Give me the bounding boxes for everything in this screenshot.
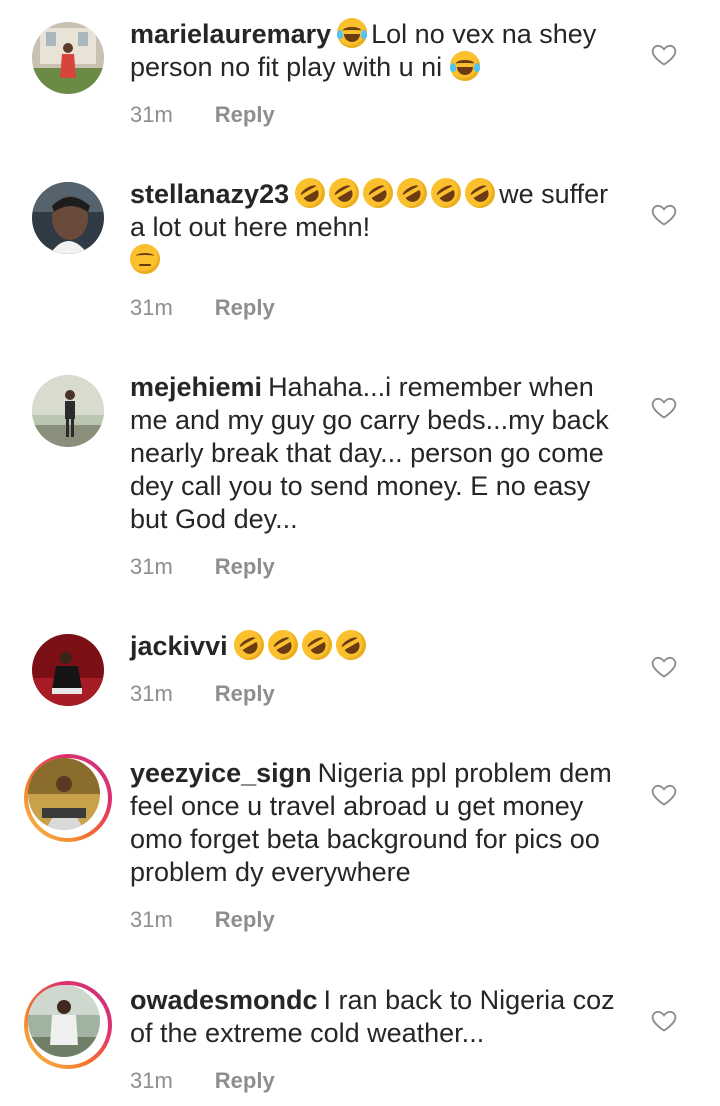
avatar[interactable] [32, 182, 104, 254]
comment-username[interactable]: marielauremary [130, 19, 331, 49]
rolling-on-floor-laughing-icon [330, 624, 372, 666]
comment-text: stellanazy23 we suffer a lot out here meh… [130, 172, 630, 277]
avatar[interactable] [32, 22, 104, 94]
heart-icon[interactable] [650, 393, 678, 421]
comment-meta: 31m Reply [130, 1068, 630, 1094]
comment-meta: 31m Reply [130, 681, 630, 707]
heart-icon[interactable] [650, 200, 678, 228]
pensive-face-icon [130, 244, 160, 274]
avatar[interactable] [32, 375, 104, 447]
reply-button[interactable]: Reply [215, 907, 275, 933]
reply-button[interactable]: Reply [215, 554, 275, 580]
face-with-tears-of-joy-icon [449, 51, 480, 81]
rolling-on-floor-laughing-icon [391, 172, 433, 214]
comment-text: jackivvi [130, 624, 630, 666]
comment-text: mejehiemi Hahaha...i remember when me and… [130, 371, 630, 536]
comment-username[interactable]: mejehiemi [130, 372, 262, 402]
heart-icon[interactable] [650, 40, 678, 68]
rolling-on-floor-laughing-icon [357, 172, 399, 214]
rolling-on-floor-laughing-icon [262, 624, 304, 666]
heart-icon[interactable] [650, 780, 678, 808]
comment-username[interactable]: yeezyice_sign [130, 758, 312, 788]
avatar-with-story-ring[interactable] [24, 754, 112, 842]
reply-button[interactable]: Reply [215, 1068, 275, 1094]
comment-time: 31m [130, 295, 173, 320]
comment-time: 31m [130, 554, 173, 579]
reply-button[interactable]: Reply [215, 102, 275, 128]
comment-time: 31m [130, 907, 173, 932]
rolling-on-floor-laughing-icon [296, 624, 338, 666]
comment-meta: 31m Reply [130, 907, 630, 933]
heart-icon[interactable] [650, 1006, 678, 1034]
rolling-on-floor-laughing-icon [425, 172, 467, 214]
comment-meta: 31m Reply [130, 102, 630, 128]
comment-text: owadesmondc I ran back to Nigeria coz of … [130, 984, 630, 1050]
comment-username[interactable]: stellanazy23 [130, 179, 289, 209]
face-with-tears-of-joy-icon [337, 18, 368, 48]
comment-time: 31m [130, 102, 173, 127]
comment-meta: 31m Reply [130, 295, 630, 321]
reply-button[interactable]: Reply [215, 681, 275, 707]
comment-text: yeezyice_sign Nigeria ppl problem dem fee… [130, 757, 630, 889]
heart-icon[interactable] [650, 652, 678, 680]
comment-text: marielauremary Lol no vex na shey person … [130, 18, 630, 84]
rolling-on-floor-laughing-icon [459, 172, 501, 214]
avatar[interactable] [32, 634, 104, 706]
comment-time: 31m [130, 1068, 173, 1093]
avatar-with-story-ring[interactable] [24, 981, 112, 1069]
comment-time: 31m [130, 681, 173, 706]
comment-meta: 31m Reply [130, 554, 630, 580]
rolling-on-floor-laughing-icon [323, 172, 365, 214]
comment-username[interactable]: owadesmondc [130, 985, 318, 1015]
rolling-on-floor-laughing-icon [228, 624, 270, 666]
comment-username[interactable]: jackivvi [130, 631, 228, 661]
rolling-on-floor-laughing-icon [289, 172, 331, 214]
reply-button[interactable]: Reply [215, 295, 275, 321]
